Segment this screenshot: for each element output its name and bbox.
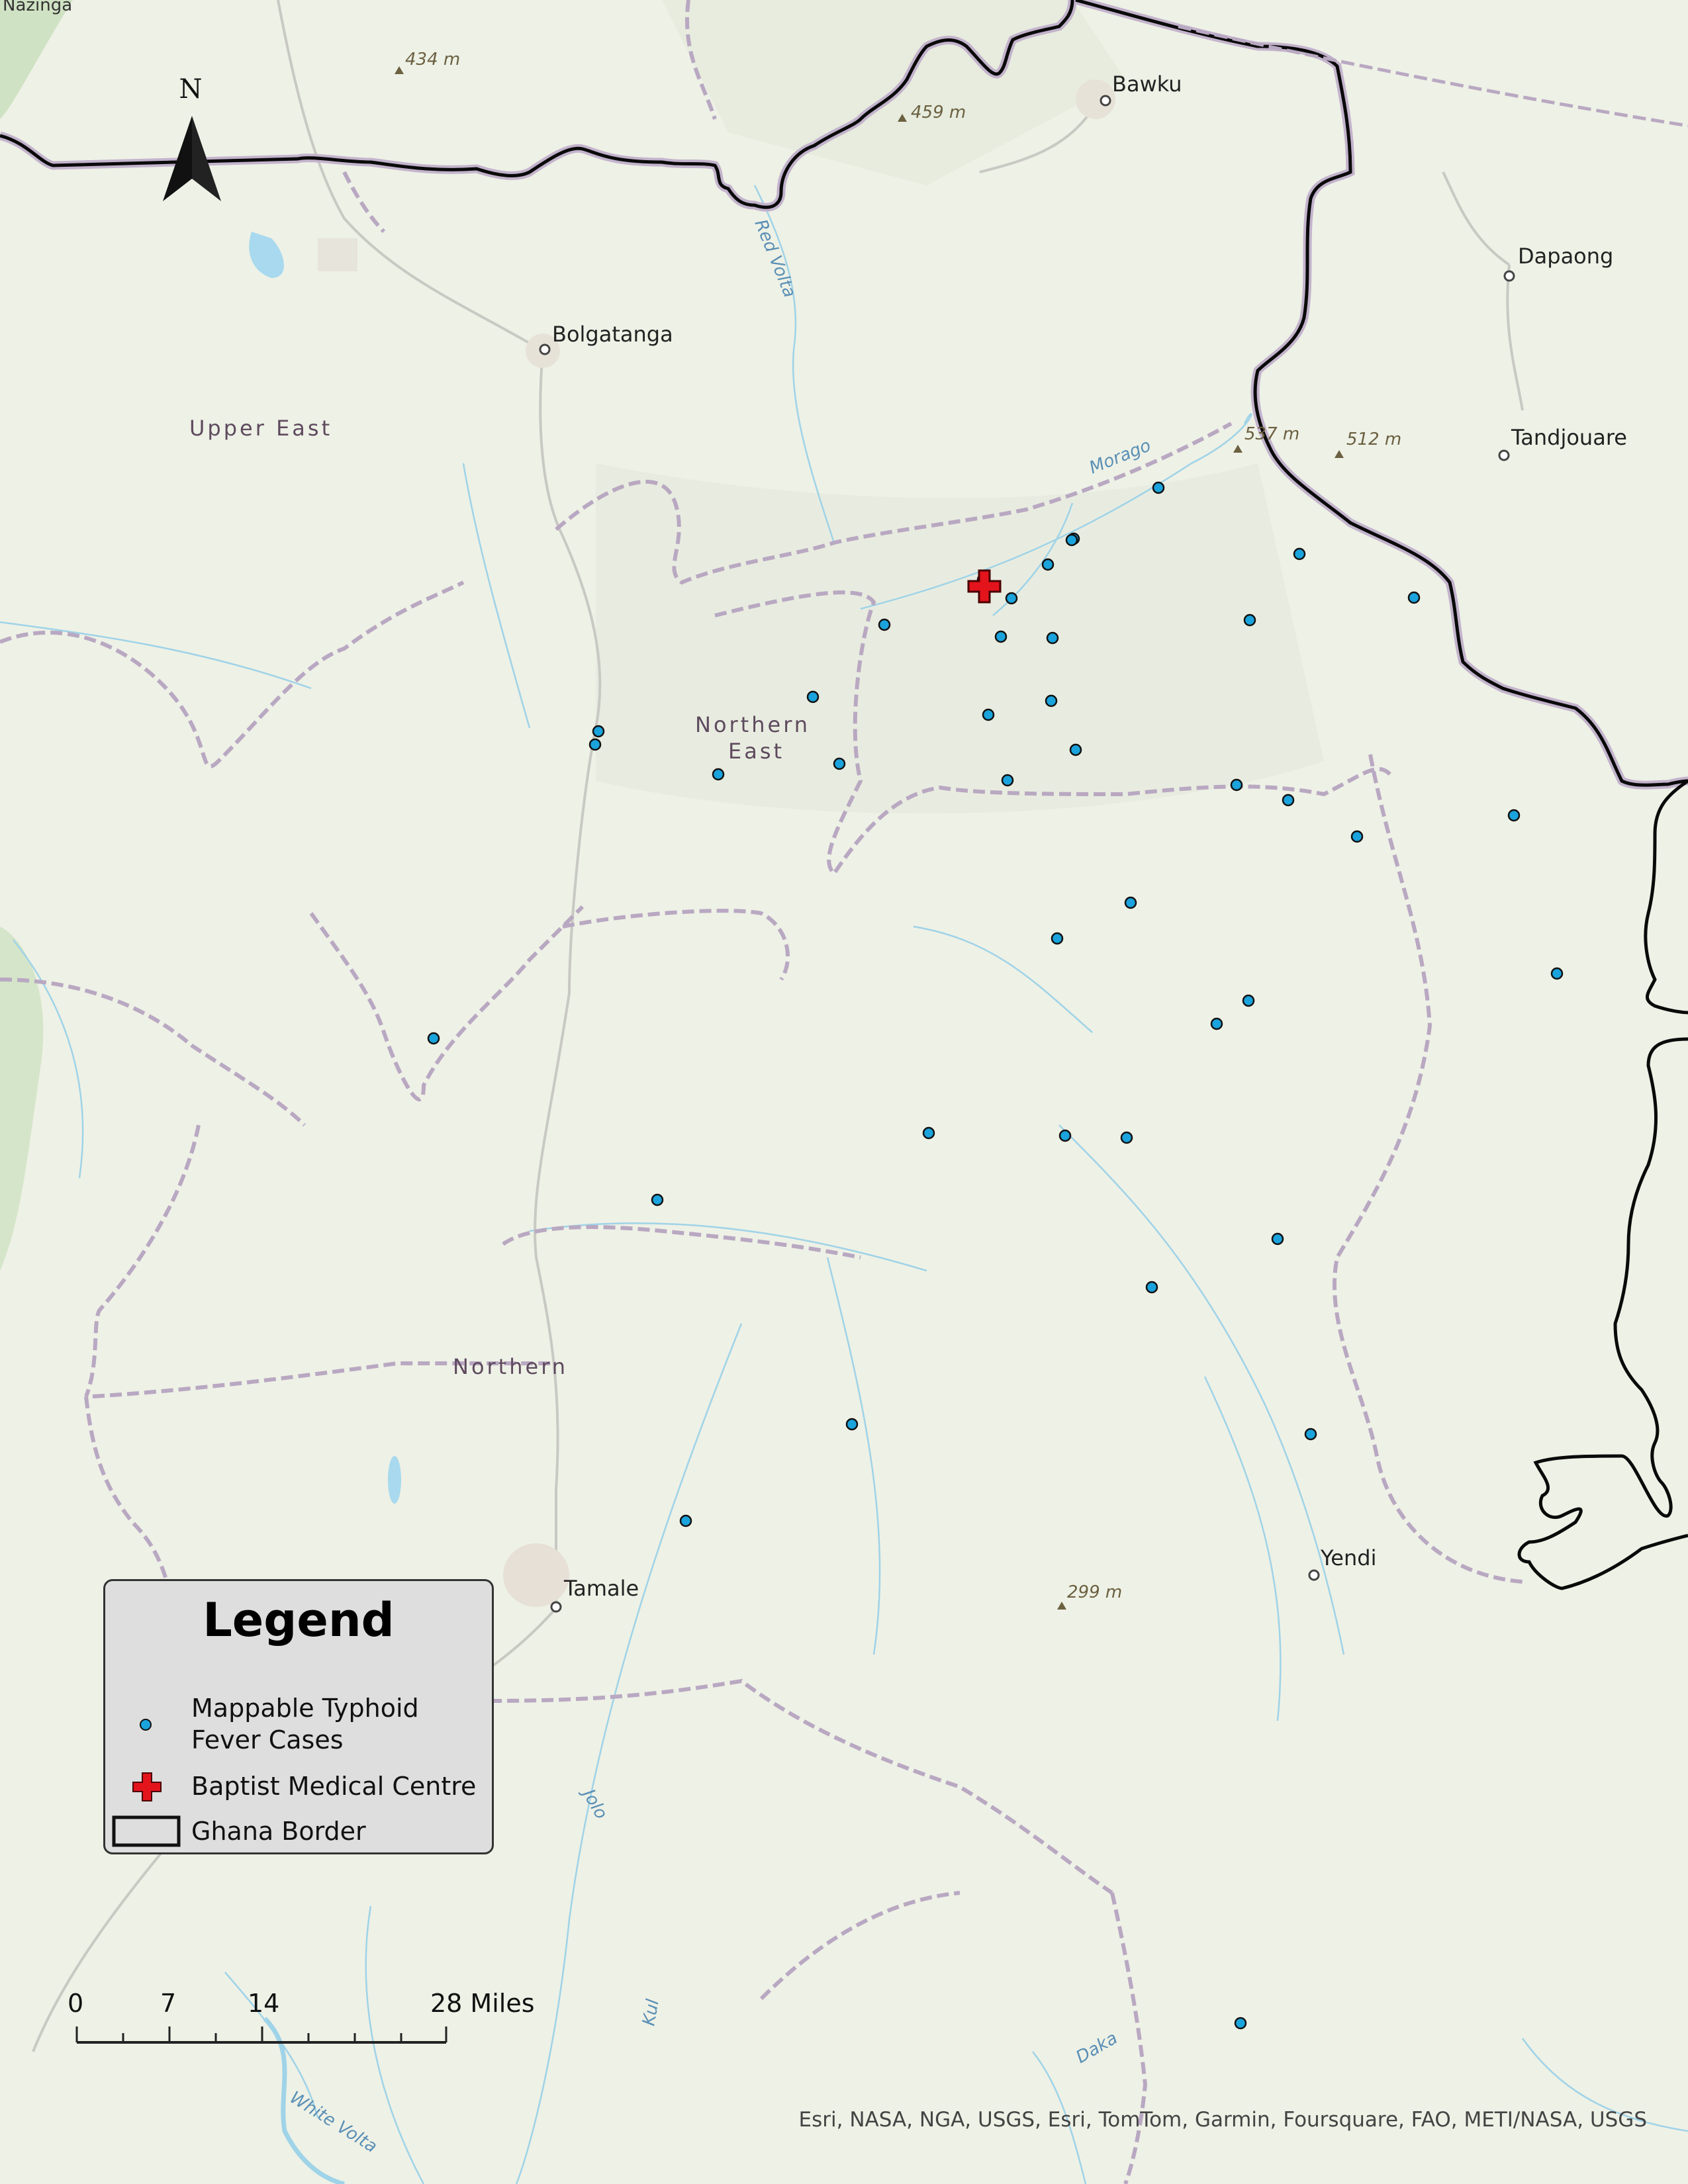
- typhoid-case-point[interactable]: [592, 725, 605, 738]
- place-dot-dapaong: [1503, 270, 1515, 282]
- typhoid-case-point[interactable]: [679, 1514, 692, 1527]
- elevation-label: 537 m: [1244, 424, 1299, 444]
- typhoid-case-point[interactable]: [712, 768, 725, 781]
- red-cross-icon: [132, 1772, 162, 1801]
- typhoid-case-point[interactable]: [845, 1418, 859, 1431]
- place-label-bawku: Bawku: [1112, 71, 1182, 97]
- typhoid-case-point[interactable]: [1051, 932, 1064, 945]
- typhoid-case-point[interactable]: [1282, 794, 1295, 807]
- legend-label-baptist-medical-centre: Baptist Medical Centre: [191, 1772, 477, 1801]
- place-label-dapaong: Dapaong: [1518, 244, 1613, 269]
- case-point-icon: [140, 1719, 152, 1731]
- typhoid-case-point[interactable]: [1350, 830, 1364, 843]
- place-label-tandjouare: Tandjouare: [1511, 425, 1627, 450]
- scale-tick-0: 0: [68, 1989, 83, 2018]
- elevation-label: 512 m: [1346, 430, 1401, 449]
- typhoid-case-point[interactable]: [1507, 809, 1521, 822]
- legend-label-ghana-border: Ghana Border: [191, 1817, 366, 1846]
- place-dot-bolgatanga: [539, 343, 551, 355]
- typhoid-case-point[interactable]: [1046, 631, 1059, 645]
- typhoid-case-point[interactable]: [1550, 967, 1564, 980]
- elevation-label: 299 m: [1067, 1582, 1122, 1602]
- place-label-nazinga: Nazinga: [3, 0, 72, 15]
- scale-tick-28-miles: 28 Miles: [430, 1989, 535, 2018]
- typhoid-case-point[interactable]: [878, 618, 891, 631]
- place-label-yendi: Yendi: [1320, 1545, 1376, 1570]
- typhoid-case-point[interactable]: [1293, 547, 1306, 561]
- north-arrow-label: N: [179, 74, 203, 105]
- place-label-bolgatanga: Bolgatanga: [552, 322, 673, 347]
- elevation-label: 434 m: [405, 50, 460, 69]
- typhoid-case-point[interactable]: [1069, 743, 1082, 756]
- lake: [388, 1456, 401, 1504]
- place-dot-bawku: [1100, 95, 1111, 107]
- place-dot-tandjouare: [1498, 449, 1510, 461]
- typhoid-case-point[interactable]: [588, 738, 602, 751]
- typhoid-case-point[interactable]: [1271, 1232, 1284, 1246]
- typhoid-case-point[interactable]: [427, 1032, 440, 1045]
- typhoid-case-point[interactable]: [1058, 1129, 1072, 1142]
- urban-area-tamale: [503, 1543, 569, 1607]
- typhoid-case-point[interactable]: [1234, 2017, 1247, 2030]
- typhoid-case-point[interactable]: [1304, 1428, 1317, 1441]
- typhoid-case-point[interactable]: [994, 630, 1008, 643]
- map-canvas[interactable]: Nazinga Bawku Dapaong Bolgatanga Tandjou…: [0, 0, 1688, 2184]
- scale-tick-7: 7: [160, 1989, 176, 2018]
- map-background: [0, 0, 1688, 2184]
- typhoid-case-point[interactable]: [1001, 774, 1014, 787]
- typhoid-case-point[interactable]: [1005, 592, 1018, 605]
- typhoid-case-point[interactable]: [651, 1193, 664, 1206]
- typhoid-case-point[interactable]: [1243, 614, 1256, 627]
- region-label-northern: Northern: [453, 1354, 568, 1379]
- region-label-northern-east-1: Northern: [695, 712, 810, 737]
- place-label-tamale: Tamale: [563, 1576, 639, 1601]
- typhoid-case-point[interactable]: [1242, 994, 1255, 1007]
- typhoid-case-point[interactable]: [1065, 533, 1078, 547]
- attribution-text: Esri, NASA, NGA, USGS, Esri, TomTom, Gar…: [799, 2108, 1647, 2132]
- typhoid-case-point[interactable]: [1210, 1017, 1223, 1030]
- legend: Legend Mappable Typhoid Fever Cases Bapt…: [103, 1579, 494, 1854]
- typhoid-case-point[interactable]: [1407, 591, 1421, 604]
- typhoid-case-point[interactable]: [982, 708, 995, 721]
- typhoid-case-point[interactable]: [922, 1126, 935, 1140]
- typhoid-case-point[interactable]: [1152, 481, 1165, 494]
- typhoid-case-point[interactable]: [1230, 778, 1243, 792]
- typhoid-case-point[interactable]: [806, 690, 820, 704]
- elevation-label: 459 m: [911, 103, 966, 122]
- border-box-icon: [112, 1815, 181, 1847]
- scale-tick-14: 14: [248, 1989, 279, 2018]
- region-label-northern-east-2: East: [728, 739, 784, 764]
- typhoid-case-point[interactable]: [1120, 1131, 1133, 1144]
- legend-label-typhoid-cases: Mappable Typhoid Fever Cases: [191, 1694, 419, 1754]
- typhoid-case-point[interactable]: [1145, 1281, 1158, 1294]
- region-label-upper-east: Upper East: [189, 416, 332, 441]
- place-dot-yendi: [1308, 1569, 1320, 1581]
- typhoid-case-point[interactable]: [833, 757, 846, 770]
- place-dot-tamale: [550, 1601, 562, 1613]
- typhoid-case-point[interactable]: [1045, 694, 1058, 707]
- typhoid-case-point[interactable]: [1041, 558, 1055, 571]
- legend-title: Legend: [203, 1593, 395, 1647]
- typhoid-case-point[interactable]: [1124, 896, 1137, 909]
